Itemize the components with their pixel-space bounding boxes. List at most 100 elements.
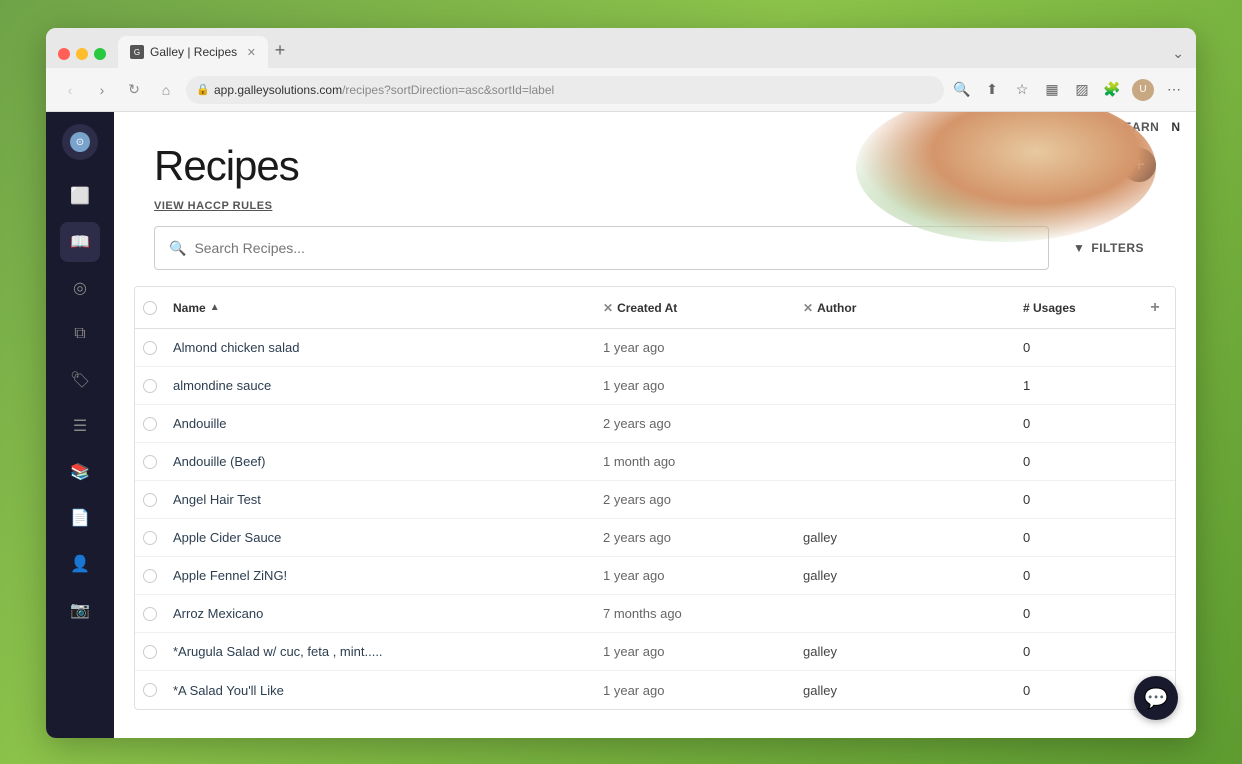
sidebar-item-doc[interactable]: 📄 — [60, 498, 100, 538]
filters-label: FILTERS — [1091, 241, 1144, 255]
search-box[interactable]: 🔍 — [154, 226, 1049, 270]
sidebar-item-layers[interactable]: ⧉ — [60, 314, 100, 354]
sidebar-item-person[interactable]: 👤 — [60, 544, 100, 584]
row-usages: 0 — [1015, 568, 1135, 583]
table-body: Almond chicken salad 1 year ago 0 almond… — [135, 329, 1175, 709]
minimize-dot[interactable] — [76, 48, 88, 60]
filters-button[interactable]: ▼ FILTERS — [1061, 229, 1156, 267]
row-name[interactable]: Andouille (Beef) — [165, 454, 595, 469]
maximize-dot[interactable] — [94, 48, 106, 60]
th-checkbox — [135, 301, 165, 315]
user-avatar[interactable]: U — [1132, 79, 1154, 101]
table-row[interactable]: *A Salad You'll Like 1 year ago galley 0 — [135, 671, 1175, 709]
list-icon: ☰ — [73, 416, 87, 436]
table-row[interactable]: *Arugula Salad w/ cuc, feta , mint..... … — [135, 633, 1175, 671]
browser-window: G Galley | Recipes ✕ + ⌄ ‹ › ↻ ⌂ 🔒 app.g… — [46, 28, 1196, 738]
home-button[interactable]: ⌂ — [154, 78, 178, 102]
tab-menu-button[interactable]: ⌄ — [1172, 45, 1184, 62]
table-row[interactable]: Andouille 2 years ago 0 — [135, 405, 1175, 443]
row-created-at: 1 year ago — [595, 340, 795, 355]
row-name[interactable]: Angel Hair Test — [165, 492, 595, 507]
table-row[interactable]: Apple Cider Sauce 2 years ago galley 0 — [135, 519, 1175, 557]
row-checkbox[interactable] — [143, 379, 157, 393]
sidebar-item-tags[interactable]: 🏷 — [60, 360, 100, 400]
camera-icon: 📷 — [70, 600, 90, 620]
url-path: /recipes?sortDirection=asc&sortId=label — [342, 83, 554, 97]
sidebar-item-signals[interactable]: ◎ — [60, 268, 100, 308]
row-checkbox-cell — [135, 683, 165, 697]
row-checkbox[interactable] — [143, 607, 157, 621]
sidebar-item-list[interactable]: ☰ — [60, 406, 100, 446]
row-checkbox-cell — [135, 455, 165, 469]
search-toolbar-icon[interactable]: 🔍 — [952, 80, 972, 100]
row-checkbox-cell — [135, 493, 165, 507]
row-checkbox[interactable] — [143, 683, 157, 697]
table-row[interactable]: Almond chicken salad 1 year ago 0 — [135, 329, 1175, 367]
table-row[interactable]: almondine sauce 1 year ago 1 — [135, 367, 1175, 405]
row-checkbox[interactable] — [143, 417, 157, 431]
row-usages: 0 — [1015, 416, 1135, 431]
row-checkbox[interactable] — [143, 645, 157, 659]
sidebar-logo[interactable]: ⊙ — [62, 124, 98, 160]
table-row[interactable]: Andouille (Beef) 1 month ago 0 — [135, 443, 1175, 481]
address-display[interactable]: app.galleysolutions.com /recipes?sortDir… — [186, 76, 944, 104]
address-input-wrap[interactable]: 🔒 app.galleysolutions.com /recipes?sortD… — [186, 76, 944, 104]
th-created-at-label: Created At — [617, 301, 677, 315]
row-checkbox-cell — [135, 417, 165, 431]
reload-button[interactable]: ↻ — [122, 78, 146, 102]
security-lock-icon: 🔒 — [196, 83, 210, 96]
row-name[interactable]: *Arugula Salad w/ cuc, feta , mint..... — [165, 644, 595, 659]
th-name[interactable]: Name ▲ — [165, 301, 595, 315]
row-author: galley — [795, 568, 1015, 583]
search-input[interactable] — [194, 240, 1034, 256]
row-checkbox-cell — [135, 645, 165, 659]
page-content: LEARN N Recipes + VIEW HACCP RULES 🔍 — [114, 112, 1196, 738]
th-created-at: ✕ Created At — [595, 301, 795, 315]
extension-icon-2[interactable]: ▨ — [1072, 80, 1092, 100]
row-author: galley — [795, 530, 1015, 545]
chat-button[interactable]: 💬 — [1134, 676, 1178, 720]
row-name[interactable]: Apple Fennel ZiNG! — [165, 568, 595, 583]
table-row[interactable]: Angel Hair Test 2 years ago 0 — [135, 481, 1175, 519]
forward-button[interactable]: › — [90, 78, 114, 102]
th-add-col[interactable]: + — [1135, 299, 1175, 317]
table-row[interactable]: Arroz Mexicano 7 months ago 0 — [135, 595, 1175, 633]
row-author: galley — [795, 644, 1015, 659]
row-name[interactable]: Apple Cider Sauce — [165, 530, 595, 545]
row-checkbox[interactable] — [143, 455, 157, 469]
tab-close-button[interactable]: ✕ — [247, 46, 256, 59]
row-checkbox-cell — [135, 379, 165, 393]
share-icon[interactable]: ⬆ — [982, 80, 1002, 100]
back-button[interactable]: ‹ — [58, 78, 82, 102]
row-checkbox[interactable] — [143, 493, 157, 507]
new-tab-button[interactable]: + — [268, 38, 292, 62]
bookmark-icon[interactable]: ☆ — [1012, 80, 1032, 100]
browser-menu-icon[interactable]: ⋯ — [1164, 80, 1184, 100]
url-domain: app.galleysolutions.com — [214, 83, 342, 97]
sidebar-item-book[interactable]: 📚 — [60, 452, 100, 492]
row-name[interactable]: Arroz Mexicano — [165, 606, 595, 621]
remove-created-at-icon[interactable]: ✕ — [603, 301, 613, 315]
row-checkbox[interactable] — [143, 569, 157, 583]
row-checkbox[interactable] — [143, 531, 157, 545]
extension-icon-1[interactable]: ▦ — [1042, 80, 1062, 100]
sidebar-item-recipes[interactable]: 📖 — [60, 222, 100, 262]
row-name[interactable]: almondine sauce — [165, 378, 595, 393]
remove-author-icon[interactable]: ✕ — [803, 301, 813, 315]
sidebar-item-page[interactable]: ⬜ — [60, 176, 100, 216]
header-checkbox[interactable] — [143, 301, 157, 315]
row-checkbox-cell — [135, 607, 165, 621]
row-name[interactable]: Andouille — [165, 416, 595, 431]
th-author-label: Author — [817, 301, 856, 315]
table-row[interactable]: Apple Fennel ZiNG! 1 year ago galley 0 — [135, 557, 1175, 595]
th-name-label: Name — [173, 301, 206, 315]
row-name[interactable]: *A Salad You'll Like — [165, 683, 595, 698]
sidebar-item-camera[interactable]: 📷 — [60, 590, 100, 630]
row-name[interactable]: Almond chicken salad — [165, 340, 595, 355]
row-author: galley — [795, 683, 1015, 698]
extension-icon-3[interactable]: 🧩 — [1102, 80, 1122, 100]
row-checkbox[interactable] — [143, 341, 157, 355]
active-tab[interactable]: G Galley | Recipes ✕ — [118, 36, 268, 68]
close-dot[interactable] — [58, 48, 70, 60]
row-created-at: 2 years ago — [595, 492, 795, 507]
